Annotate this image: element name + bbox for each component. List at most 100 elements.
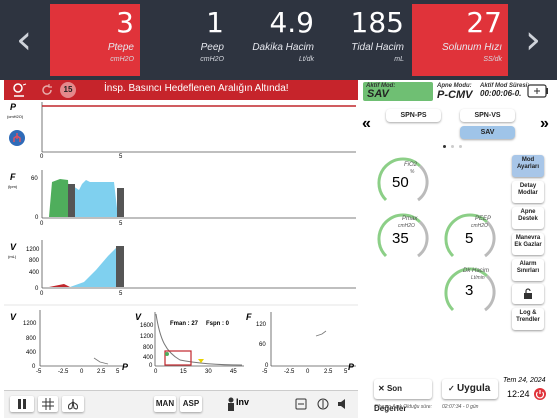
mid-y-tick: 0 xyxy=(149,363,153,369)
side-apne-destek-button[interactable]: Apne Destek xyxy=(512,207,544,229)
date-label: Tem 24, 2024 xyxy=(503,377,546,384)
param-ptepe[interactable]: 3 Ptepe cmH2O xyxy=(50,4,140,76)
pause-icon xyxy=(18,399,26,409)
f-x-tick: 0 xyxy=(40,221,44,227)
power-icon[interactable] xyxy=(533,387,547,401)
loop-x-tick: 2.5 xyxy=(97,369,106,375)
mode-spn-vs-button[interactable]: SPN-VS xyxy=(460,109,515,122)
param-label: Peep xyxy=(200,42,224,53)
param-solunum-hizi[interactable]: 27 Solunum Hızı SS/dk xyxy=(412,4,508,76)
right-x-tick: 2.5 xyxy=(324,369,333,375)
p-x-tick: 0 xyxy=(40,154,44,160)
ventilator-icon[interactable] xyxy=(294,397,308,411)
param-label: Solunum Hızı xyxy=(441,42,502,53)
loop-p-label: P xyxy=(122,362,129,372)
v-y-tick: 400 xyxy=(29,270,40,276)
loop-x-tick: -2.5 xyxy=(58,369,69,375)
param-value: 4.9 xyxy=(269,6,314,39)
param-label: Ptepe xyxy=(107,42,134,53)
dial-label: FiO2 xyxy=(404,162,418,168)
mid-x-tick: 30 xyxy=(205,369,212,375)
son-degerler-button[interactable]: ✕ Son Değerler xyxy=(374,379,432,413)
param-value: 3 xyxy=(116,6,134,39)
mid-x-tick: 15 xyxy=(180,369,187,375)
active-mode-box[interactable]: Aktif Mod: SAV xyxy=(363,82,433,101)
dial-value: 5 xyxy=(465,230,474,247)
mode-next-icon[interactable]: » xyxy=(540,115,549,133)
mid-y-tick: 400 xyxy=(143,355,154,361)
mode-prev-icon[interactable]: « xyxy=(362,115,371,133)
time-label: 12:24 xyxy=(507,389,530,399)
waveform-svg: P (cmH2O) 0 5 F (lpm) 60 0 0 5 V (mL) 12… xyxy=(4,102,358,375)
pause-button[interactable] xyxy=(10,396,34,412)
dial-unit: cmH2O xyxy=(471,223,488,229)
dial-value: 3 xyxy=(465,282,474,299)
mid-v-label: V xyxy=(135,312,142,322)
alarm-message: İnsp. Basıncı Hedeflenen Aralığın Altınd… xyxy=(104,83,289,94)
side-lock-button[interactable] xyxy=(512,284,544,304)
v-axis-unit: (mL) xyxy=(8,254,17,259)
side-manevra-button[interactable]: Manevra Ek Gazlar xyxy=(512,233,544,255)
side-detay-modlar-button[interactable]: Detay Modlar xyxy=(512,181,544,203)
param-peep[interactable]: 1 Peep cmH2O xyxy=(142,4,230,76)
asp-button[interactable]: ASP xyxy=(180,396,202,412)
p-x-tick: 5 xyxy=(119,154,123,160)
f-y-tick: 60 xyxy=(31,176,38,182)
dial-label: PEEP xyxy=(475,216,492,222)
side-mod-ayarlari-button[interactable]: Mod Ayarları xyxy=(512,155,544,177)
fspn-label: Fspn : 0 xyxy=(206,321,230,327)
loop-y-tick: 1200 xyxy=(23,321,37,327)
v-y-tick: 0 xyxy=(35,286,39,292)
alarm-bar[interactable]: 15 İnsp. Basıncı Hedeflenen Aralığın Alt… xyxy=(4,80,358,100)
param-unit: SS/dk xyxy=(483,56,502,63)
loop-v-label: V xyxy=(10,312,17,322)
mode-spn-ps-button[interactable]: SPN-PS xyxy=(386,109,441,122)
close-icon: ✕ xyxy=(378,384,385,393)
lung-view-button[interactable] xyxy=(62,396,84,412)
mid-x-tick: 45 xyxy=(230,369,237,375)
mid-y-tick: 1600 xyxy=(140,323,154,329)
man-button[interactable]: MAN xyxy=(154,396,176,412)
alarm-settings-icon[interactable] xyxy=(12,82,28,98)
mid-x-tick: 0 xyxy=(154,369,158,375)
right-x-tick: -2.5 xyxy=(284,369,295,375)
f-axis-unit: (lpm) xyxy=(8,184,18,189)
f-axis-label: F xyxy=(10,172,16,182)
param-value: 1 xyxy=(206,6,224,39)
alarm-reset-icon[interactable] xyxy=(40,83,54,97)
mid-y-tick: 800 xyxy=(143,345,154,351)
flow-insp-green xyxy=(49,179,70,217)
dial-label: Pmax xyxy=(402,216,418,222)
right-y-tick: 60 xyxy=(259,342,266,348)
p-axis-label: P xyxy=(10,102,17,112)
screen-icon[interactable] xyxy=(316,397,330,411)
loop-x-tick: 0 xyxy=(80,369,84,375)
volume-blue xyxy=(70,248,118,287)
dial-pmax[interactable]: Pmax cmH2O 35 xyxy=(374,210,430,266)
grid-button[interactable] xyxy=(38,396,58,412)
param-dakika-hacim[interactable]: 4.9 Dakika Hacim Lt/dk xyxy=(232,4,320,76)
volume-red xyxy=(49,284,70,287)
next-page-button[interactable]: › xyxy=(509,0,557,80)
param-tidal-hacim[interactable]: 185 Tidal Hacim mL xyxy=(322,4,410,76)
grid-icon xyxy=(42,398,54,410)
prev-page-button[interactable]: ‹ xyxy=(0,0,48,80)
side-log-trendler-button[interactable]: Log & Trendler xyxy=(512,308,544,330)
uptime-label: Cihazın Açık Olduğu süre: xyxy=(374,404,432,410)
dial-peep[interactable]: PEEP cmH2O 5 xyxy=(441,210,497,266)
right-x-tick: 0 xyxy=(306,369,310,375)
inv-label: Inv xyxy=(236,397,250,407)
sound-icon[interactable] xyxy=(336,397,350,411)
waveform-area: P (cmH2O) 0 5 F (lpm) 60 0 0 5 V (mL) 12… xyxy=(4,100,358,390)
mid-y-tick: 1200 xyxy=(140,334,154,340)
battery-icon xyxy=(527,84,548,98)
dial-value: 35 xyxy=(392,230,409,247)
side-alarm-sinirlari-button[interactable]: Alarm Sınırları xyxy=(512,259,544,281)
v-y-tick: 1200 xyxy=(26,247,40,253)
uygula-button[interactable]: ✓ Uygula xyxy=(442,379,498,399)
mode-sav-button[interactable]: SAV xyxy=(460,126,515,139)
loop-y-tick: 800 xyxy=(26,336,37,342)
dial-dk-hacim[interactable]: Dk Hacim Lt/min 3 xyxy=(441,264,497,320)
dial-fio2[interactable]: FiO2 % 50 xyxy=(374,154,430,210)
p-axis-unit: (cmH2O) xyxy=(7,114,24,119)
